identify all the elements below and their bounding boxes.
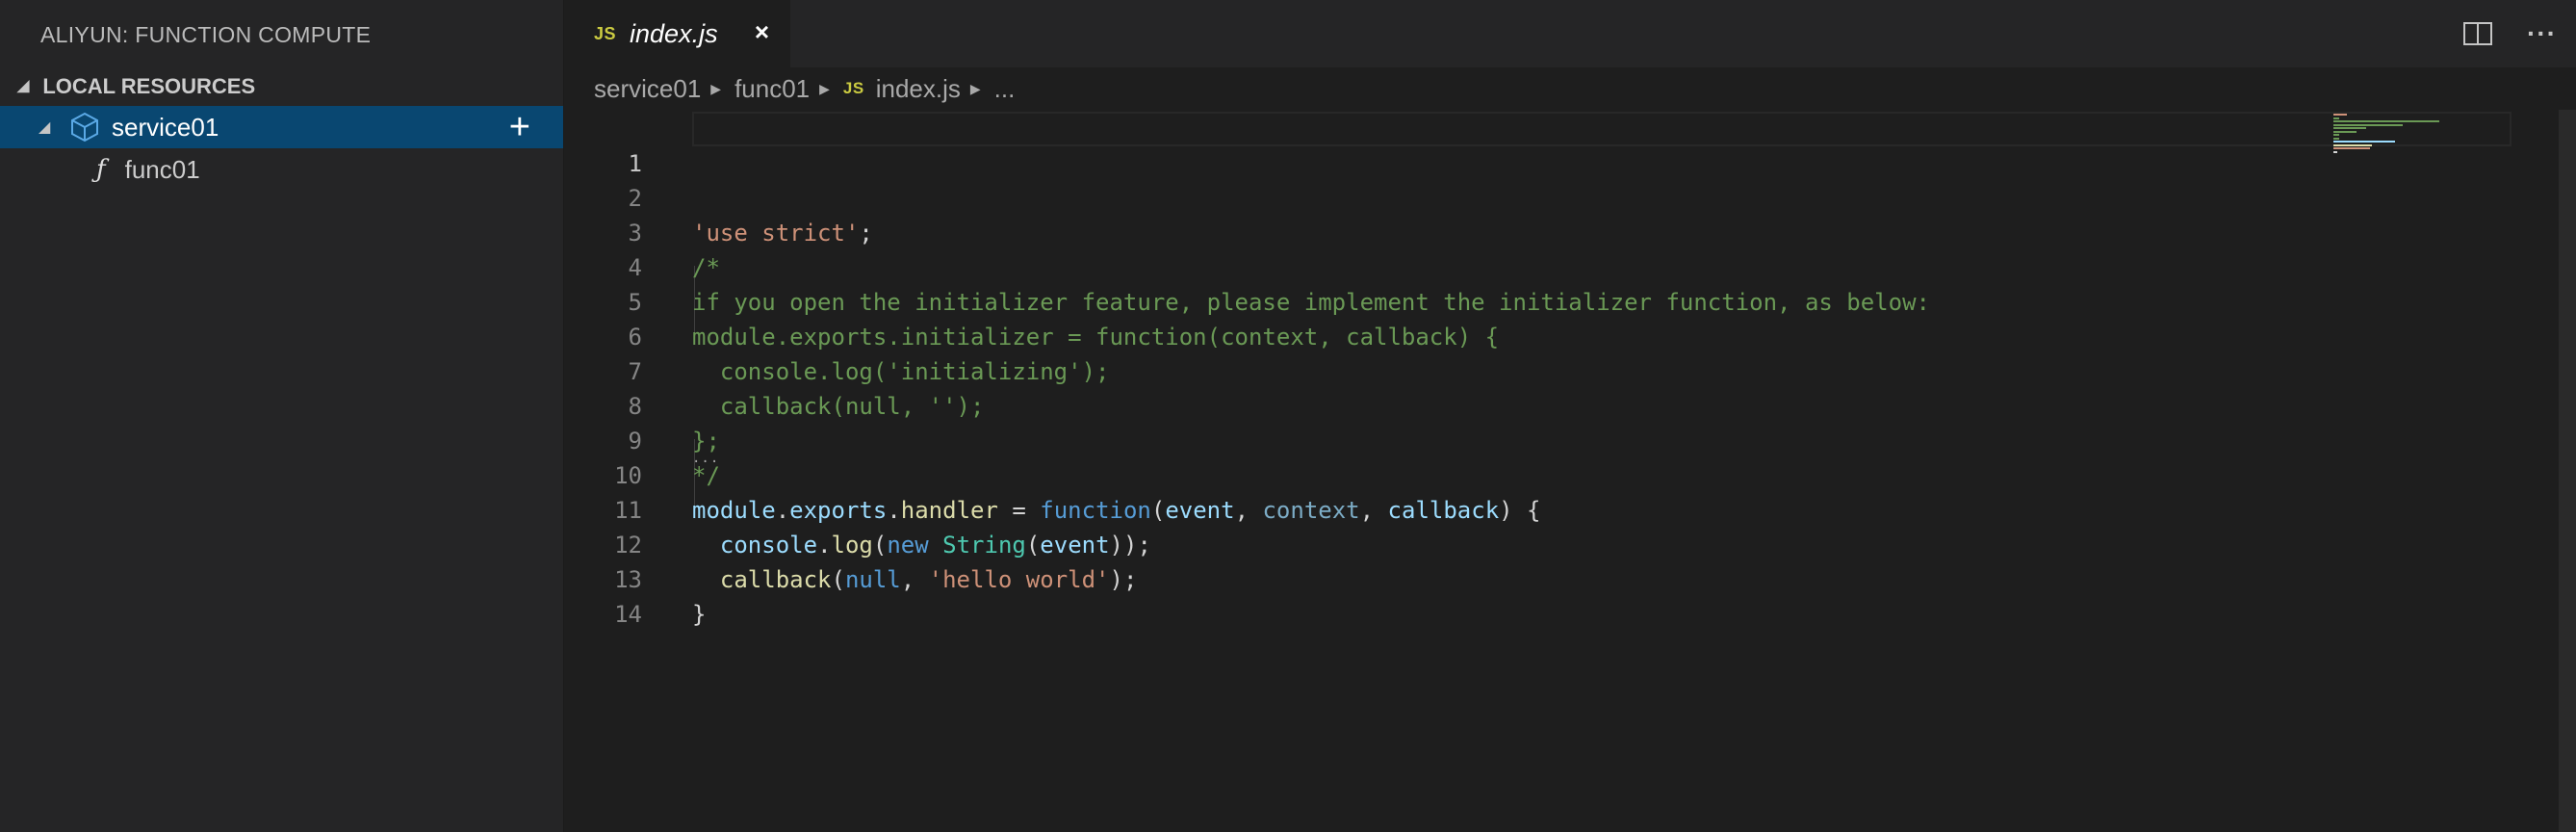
chevron-right-icon: ▶	[710, 80, 722, 96]
breadcrumb: service01 ▶ func01 ▶ JS index.js ▶ ...	[565, 67, 2576, 110]
chevron-down-icon[interactable]: ◢	[17, 67, 29, 106]
code-line-14: 14	[565, 562, 2576, 628]
breadcrumb-item-func01[interactable]: func01	[734, 74, 810, 104]
minimap[interactable]	[2333, 114, 2449, 162]
function-icon: ƒ	[96, 155, 106, 184]
code-line-2: 2 'use strict';	[565, 146, 2576, 247]
code-line-10: 10 module.exports.handler = function(eve…	[565, 424, 2576, 524]
service-cube-icon	[71, 112, 98, 143]
code-line-13: 13 }	[565, 528, 2576, 628]
breadcrumb-item-file[interactable]: index.js	[876, 74, 961, 104]
code-editor[interactable]: 1 2 'use strict'; 3 /* 4 if you open the…	[565, 110, 2576, 832]
section-label: LOCAL RESOURCES	[42, 74, 256, 98]
tab-index-js[interactable]: JS index.js ×	[565, 0, 790, 67]
tree-item-label: func01	[124, 154, 200, 184]
more-actions-icon[interactable]: ···	[2527, 18, 2557, 49]
tab-bar: JS index.js × ···	[565, 0, 2576, 67]
tree-item-func01[interactable]: ƒ func01	[0, 148, 563, 191]
vertical-scrollbar[interactable]	[2559, 110, 2576, 832]
breadcrumb-item-service01[interactable]: service01	[594, 74, 701, 104]
local-resources-section[interactable]: ◢ LOCAL RESOURCES	[0, 67, 563, 106]
code-line-4: 4 if you open the initializer feature, p…	[565, 216, 2576, 316]
code-line-3: 3 /*	[565, 181, 2576, 281]
code-line-9: 9 */	[565, 389, 2576, 489]
add-function-button[interactable]: +	[509, 109, 530, 145]
code-line-11: 11 console.log(new String(event));	[565, 458, 2576, 559]
code-line-1: 1	[565, 112, 2576, 177]
code-line-12: 12 callback(null, 'hello world');	[565, 493, 2576, 593]
js-file-icon: JS	[594, 23, 617, 43]
chevron-right-icon: ▶	[969, 80, 981, 96]
chevron-down-icon[interactable]: ◢	[39, 117, 58, 137]
close-icon[interactable]: ×	[755, 17, 769, 47]
tree-item-label: service01	[112, 112, 219, 142]
breadcrumb-item-more[interactable]: ...	[994, 74, 1016, 104]
line-number: 14	[614, 601, 642, 628]
code-line-7: 7 callback(null, '');	[565, 320, 2576, 420]
tab-label: index.js	[630, 18, 718, 48]
js-file-icon: JS	[842, 79, 864, 97]
chevron-right-icon: ▶	[819, 80, 830, 96]
code-line-8: 8 };	[565, 354, 2576, 455]
split-editor-icon[interactable]	[2463, 22, 2493, 45]
sidebar-title: ALIYUN: FUNCTION COMPUTE	[40, 22, 372, 47]
code-line-6: 6 console.log('initializing');	[565, 285, 2576, 385]
code-line-5: 5 module.exports.initializer = function(…	[565, 250, 2576, 351]
editor-actions: ···	[2463, 0, 2576, 67]
tree-item-service01[interactable]: ◢ service01 +	[0, 106, 563, 148]
sidebar: ALIYUN: FUNCTION COMPUTE ◢ LOCAL RESOURC…	[0, 0, 564, 832]
